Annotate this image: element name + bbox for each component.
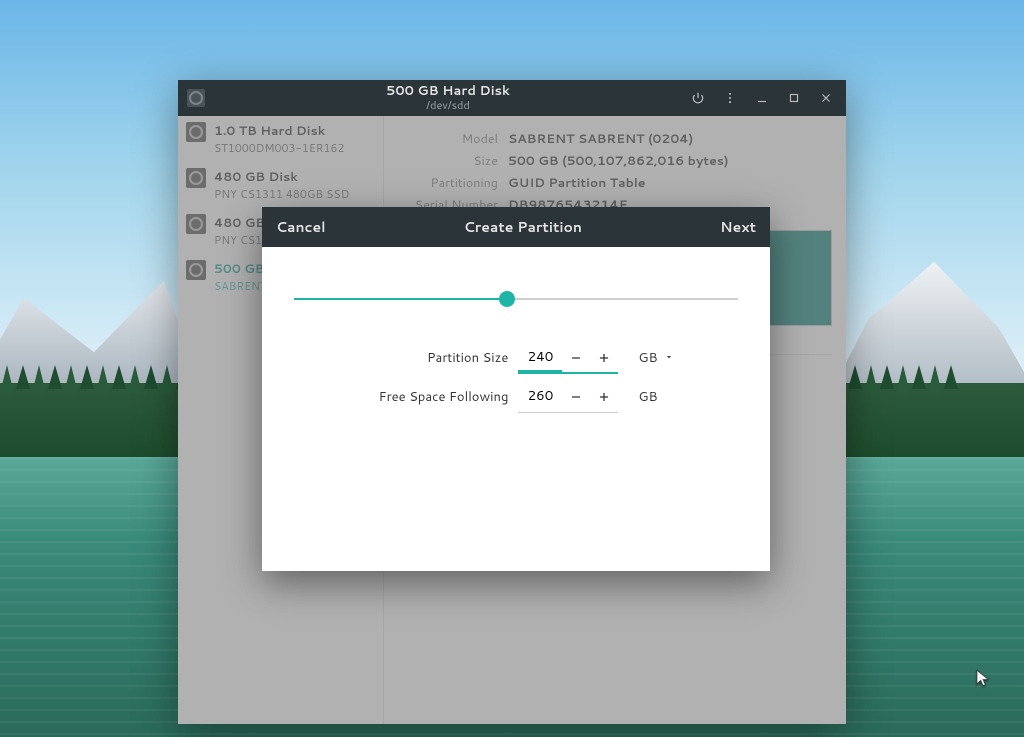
unit-label: GB [638,388,657,406]
mouse-cursor-icon [974,669,992,693]
close-icon[interactable] [810,82,842,114]
dialog-title: Create Partition [464,217,582,237]
app-icon [187,89,205,107]
partition-size-stepper [518,343,618,372]
next-button[interactable]: Next [720,217,756,237]
partition-size-input[interactable] [518,343,562,372]
window-title-block: 500 GB Hard Disk /dev/sdd [214,84,682,113]
increment-button[interactable] [590,344,618,372]
increment-button[interactable] [590,383,618,411]
free-space-stepper [518,382,618,411]
free-space-unit: GB [638,388,673,406]
free-space-label: Free Space Following [358,388,508,406]
minimize-icon[interactable] [746,82,778,114]
partition-size-label: Partition Size [358,349,508,367]
partition-size-unit-dropdown[interactable]: GB [638,349,673,367]
kebab-menu-icon[interactable] [714,82,746,114]
decrement-button[interactable] [562,344,590,372]
dialog-header: Cancel Create Partition Next [262,207,770,247]
cancel-button[interactable]: Cancel [276,217,326,237]
unit-label: GB [638,349,657,367]
window-subtitle: /dev/sdd [214,99,682,112]
create-partition-dialog: Cancel Create Partition Next Partition S… [262,207,770,571]
slider-thumb[interactable] [499,291,515,307]
partition-size-slider[interactable] [294,291,738,307]
maximize-icon[interactable] [778,82,810,114]
decrement-button[interactable] [562,383,590,411]
power-icon[interactable] [682,82,714,114]
free-space-input[interactable] [518,382,562,411]
titlebar[interactable]: 500 GB Hard Disk /dev/sdd [178,80,846,116]
chevron-down-icon [664,349,674,367]
